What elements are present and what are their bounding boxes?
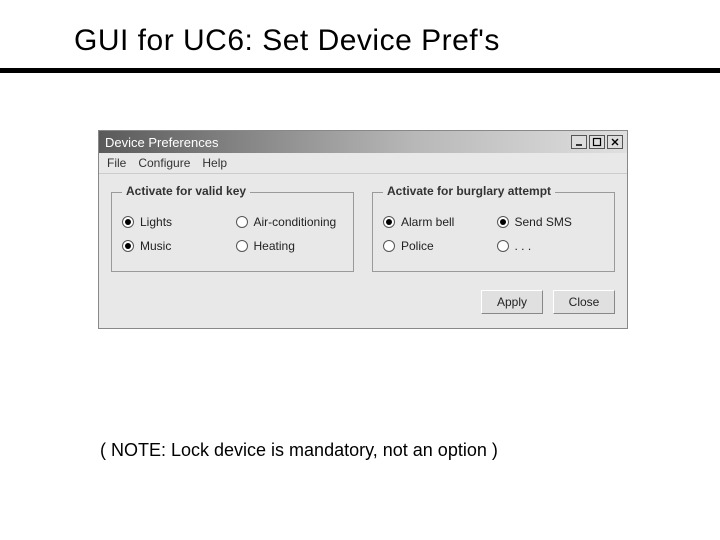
option-label: Lights <box>140 215 172 229</box>
menu-file[interactable]: File <box>107 156 126 170</box>
maximize-button[interactable] <box>589 135 605 149</box>
radio-icon <box>236 240 248 252</box>
option-label: Heating <box>254 239 295 253</box>
radio-icon <box>497 216 509 228</box>
window-title: Device Preferences <box>105 135 571 150</box>
radio-icon <box>383 240 395 252</box>
group-row: Activate for valid key Lights Air-condit… <box>111 192 615 272</box>
minimize-button[interactable] <box>571 135 587 149</box>
radio-icon <box>122 240 134 252</box>
apply-button[interactable]: Apply <box>481 290 543 314</box>
option-alarm-bell[interactable]: Alarm bell <box>383 215 491 229</box>
slide-title: GUI for UC6: Set Device Pref's <box>0 0 720 68</box>
group-burglary-legend: Activate for burglary attempt <box>383 184 555 198</box>
close-icon <box>610 137 620 147</box>
option-label: Police <box>401 239 434 253</box>
group-valid-key: Activate for valid key Lights Air-condit… <box>111 192 354 272</box>
menubar: File Configure Help <box>99 153 627 174</box>
radio-icon <box>497 240 509 252</box>
button-row: Apply Close <box>111 290 615 314</box>
menu-configure[interactable]: Configure <box>138 156 190 170</box>
radio-icon <box>236 216 248 228</box>
slide: GUI for UC6: Set Device Pref's Device Pr… <box>0 0 720 540</box>
window-body: Activate for valid key Lights Air-condit… <box>99 174 627 328</box>
group-burglary: Activate for burglary attempt Alarm bell… <box>372 192 615 272</box>
option-more[interactable]: . . . <box>497 239 605 253</box>
option-police[interactable]: Police <box>383 239 491 253</box>
group-valid-key-legend: Activate for valid key <box>122 184 250 198</box>
menu-help[interactable]: Help <box>202 156 227 170</box>
titlebar[interactable]: Device Preferences <box>99 131 627 153</box>
slide-note: ( NOTE: Lock device is mandatory, not an… <box>100 440 498 461</box>
option-heating[interactable]: Heating <box>236 239 344 253</box>
option-label: . . . <box>515 239 532 253</box>
radio-icon <box>122 216 134 228</box>
group-burglary-options: Alarm bell Send SMS Police . . . <box>383 215 604 253</box>
close-window-button[interactable] <box>607 135 623 149</box>
window-controls <box>571 135 623 149</box>
minimize-icon <box>574 137 584 147</box>
option-label: Music <box>140 239 171 253</box>
radio-icon <box>383 216 395 228</box>
option-label: Send SMS <box>515 215 572 229</box>
group-valid-key-options: Lights Air-conditioning Music Heati <box>122 215 343 253</box>
maximize-icon <box>592 137 602 147</box>
option-label: Air-conditioning <box>254 215 337 229</box>
window-device-preferences: Device Preferences File Configure Help <box>98 130 628 329</box>
option-lights[interactable]: Lights <box>122 215 230 229</box>
option-music[interactable]: Music <box>122 239 230 253</box>
option-air-conditioning[interactable]: Air-conditioning <box>236 215 344 229</box>
title-rule <box>0 68 720 73</box>
close-button[interactable]: Close <box>553 290 615 314</box>
option-label: Alarm bell <box>401 215 454 229</box>
option-send-sms[interactable]: Send SMS <box>497 215 605 229</box>
